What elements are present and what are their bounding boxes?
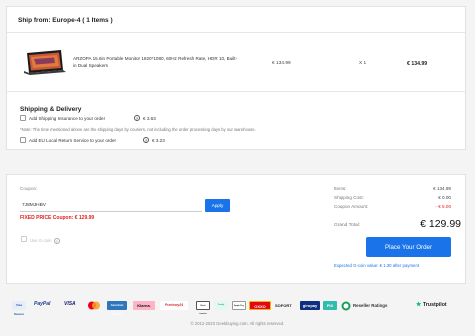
info-icon[interactable]: ? <box>143 137 149 143</box>
trustpilot-logo: Trustpilot <box>423 302 447 308</box>
reseller-ratings-badge-icon <box>341 301 351 311</box>
eu-return-checkbox[interactable] <box>20 137 26 143</box>
fixed-price-coupon-text: FIXED PRICE Coupon: € 129.99 <box>20 215 95 221</box>
shipping-cost-label: Shipping Cost: <box>334 195 364 200</box>
expected-gcoin-text: Expected G-coin value: € 1.30 after paym… <box>334 263 420 268</box>
coupon-amount-label: Coupon Amount: <box>334 204 369 209</box>
klarna-logo: Klarna. <box>133 301 155 310</box>
trustpilot-star-icon: ★ <box>416 302 422 308</box>
bank-transfer-logo: Bank transfer <box>196 301 210 315</box>
copyright: © 2012-2023 Geekbuying.com. All rights r… <box>190 321 285 326</box>
apple-pay-logo: Apple Pay <box>232 301 246 310</box>
giropay-logo: giropay <box>300 301 320 310</box>
divider <box>7 32 465 33</box>
oxxo-logo: OXXO <box>249 301 271 310</box>
ship-from-title: Ship from: Europe-4 ( 1 Items ) <box>18 17 113 24</box>
divider <box>7 91 465 92</box>
shipping-insurance-price: € 3.63 <box>143 116 156 121</box>
eu-return-label: Add EU Local Return Service to your orde… <box>29 138 117 143</box>
payment-methods-bar: Visa Secure PayPal VISA American Express… <box>0 297 475 316</box>
mastercard-logo <box>88 301 100 310</box>
info-icon[interactable]: ? <box>134 115 140 121</box>
paypal-logo: PayPal <box>34 301 51 307</box>
summary-items-row: Items: € 134.99 <box>334 186 451 191</box>
shipping-cost-value: € 0.00 <box>438 195 451 200</box>
trustly-logo: Trustly <box>214 301 228 310</box>
shipping-insurance-label: Add Shipping Insurance to your order <box>29 116 106 121</box>
items-value: € 134.99 <box>433 186 451 191</box>
coupon-label: Coupon: <box>20 186 38 191</box>
product-total: € 134.99 <box>407 61 428 67</box>
visa-secure-logo: Visa Secure <box>12 301 26 316</box>
use-gcoin-text: Use G-coin <box>30 238 52 243</box>
coupon-input[interactable] <box>20 199 202 212</box>
product-thumbnail[interactable] <box>24 49 66 75</box>
apply-coupon-button[interactable]: Apply <box>205 199 230 212</box>
grand-total-label: Grand Total: <box>334 223 361 228</box>
shipping-delivery-title: Shipping & Delivery <box>20 106 82 113</box>
product-quantity: X 1 <box>359 61 367 66</box>
eu-return-price: € 3.23 <box>152 138 165 143</box>
grand-total-value: € 129.99 <box>420 218 461 230</box>
shipping-insurance-checkbox[interactable] <box>20 115 26 121</box>
summary-shipping-row: Shipping Cost: € 0.00 <box>334 195 451 200</box>
shipping-group-card: Ship from: Europe-4 ( 1 Items ) ARZOPA 1… <box>6 6 466 150</box>
sofort-logo: SOFORT <box>275 303 292 308</box>
info-icon[interactable]: ? <box>53 238 60 244</box>
amex-logo: American Express <box>107 301 127 316</box>
product-name[interactable]: ARZOPA 15.6in Portable Monitor 1920*1080… <box>73 55 238 70</box>
przelewy24-logo: Przelewy24 <box>160 301 188 310</box>
use-gcoin-label: Use G-coin ? <box>30 237 60 244</box>
pix-logo: PIX <box>323 301 337 310</box>
summary-coupon-row: Coupon Amount: - € 5.00 <box>334 204 451 209</box>
items-label: Items: <box>334 186 347 191</box>
reseller-ratings-logo: Reseller Ratings <box>353 303 388 308</box>
shipping-note: *Note: The time mentioned above are the … <box>20 127 256 132</box>
place-order-button[interactable]: Place Your Order <box>366 237 451 257</box>
visa-logo: VISA <box>64 301 76 307</box>
product-unit-price: € 134.99 <box>272 61 291 66</box>
use-gcoin-checkbox[interactable] <box>21 236 27 242</box>
coupon-amount-value: - € 5.00 <box>435 204 451 209</box>
